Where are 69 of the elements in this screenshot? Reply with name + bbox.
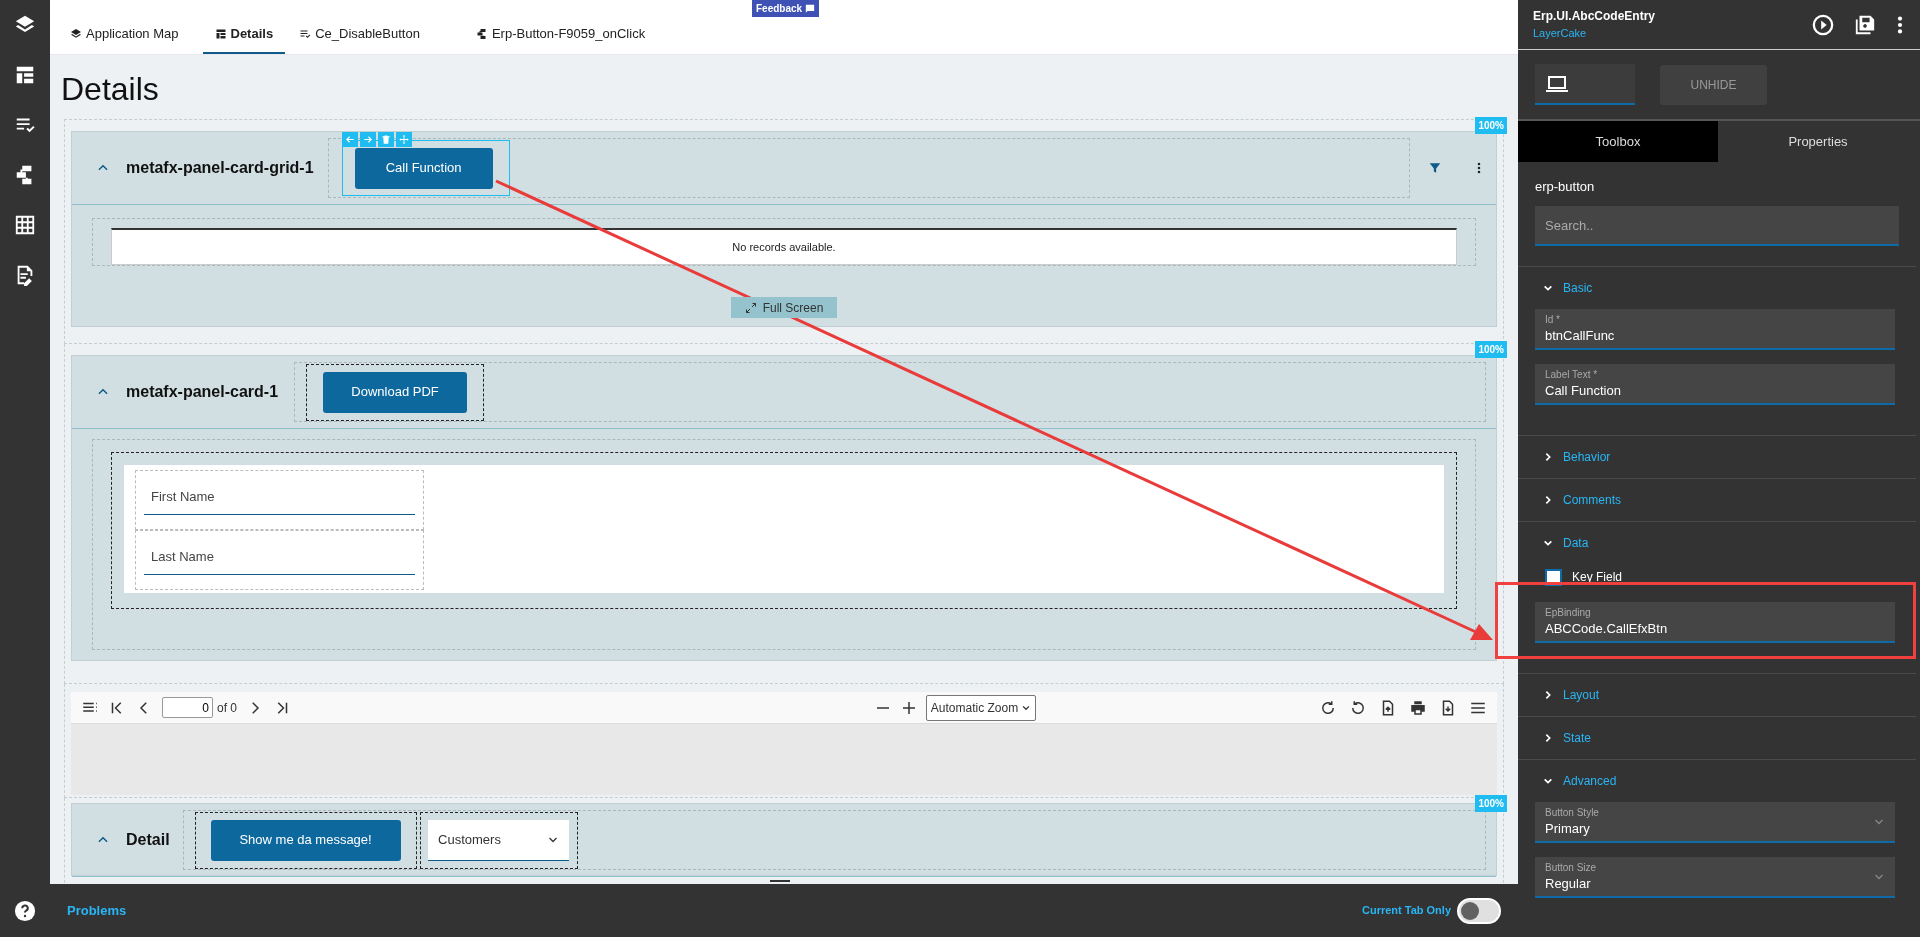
select-field[interactable]: Button Size Regular — [1535, 857, 1895, 898]
section-header[interactable]: Layout — [1518, 674, 1916, 716]
tab[interactable]: Details — [202, 16, 286, 54]
layers-icon — [70, 28, 82, 40]
section-header[interactable]: Data — [1518, 522, 1916, 564]
chevron-down-icon — [1543, 283, 1553, 293]
search-field[interactable]: Search.. — [1535, 206, 1899, 246]
width-badge: 100% — [1475, 117, 1507, 134]
app-subtitle[interactable]: LayerCake — [1533, 25, 1655, 42]
full-screen-button[interactable]: Full Screen — [730, 297, 838, 318]
device-select[interactable] — [1535, 64, 1635, 105]
rotate-clockwise-icon[interactable] — [1319, 698, 1337, 717]
dropdown[interactable]: Customers — [428, 819, 570, 861]
tab[interactable]: Erp-Button-F9059_onClick — [467, 16, 654, 54]
layout-icon[interactable] — [14, 64, 36, 86]
action-button[interactable]: Download PDF — [323, 371, 468, 413]
unhide-button[interactable]: UNHIDE — [1660, 64, 1767, 105]
checklist-icon — [299, 28, 312, 40]
card-title: metafx-panel-card-1 — [126, 382, 279, 402]
section-header[interactable]: Basic — [1518, 267, 1916, 309]
card-title: Detail — [126, 830, 170, 850]
problems-tab[interactable]: Problems — [67, 900, 127, 921]
chevron-right-icon — [1543, 452, 1553, 462]
page-title: Details — [60, 70, 160, 109]
rotate-counterclockwise-icon[interactable] — [1349, 698, 1367, 717]
action-button[interactable]: Call Function — [354, 147, 493, 189]
card-title: metafx-panel-card-grid-1 — [126, 158, 314, 178]
section-header[interactable]: Advanced — [1518, 760, 1916, 802]
property-field[interactable]: Label Text * Call Function — [1535, 364, 1895, 405]
width-badge: 100% — [1475, 795, 1507, 812]
component-name: erp-button — [1534, 178, 1596, 196]
field-cell[interactable]: Last Name — [135, 530, 424, 590]
zoom-select[interactable]: Automatic Zoom — [925, 694, 1037, 721]
table-icon[interactable] — [14, 214, 36, 236]
app-title: Erp.UI.AbcCodeEntry — [1533, 8, 1655, 26]
tree-icon — [475, 28, 488, 40]
action-button[interactable]: Show me da message! — [210, 819, 401, 861]
comment-icon — [805, 3, 816, 14]
help-icon[interactable] — [14, 900, 36, 922]
page-count: of 0 — [217, 699, 237, 717]
chevron-right-icon — [1543, 733, 1553, 743]
property-field[interactable]: Id * btnCallFunc — [1535, 309, 1895, 350]
panel-tab[interactable]: Properties — [1718, 121, 1918, 162]
chevron-down-icon — [1543, 776, 1553, 786]
width-badge: 100% — [1475, 341, 1507, 358]
page-number-field[interactable]: 0 — [162, 697, 213, 718]
tab[interactable]: Application Map — [62, 16, 187, 54]
panel-tab[interactable]: Toolbox — [1518, 121, 1718, 162]
play-icon[interactable] — [1812, 13, 1834, 36]
chevron-right-icon — [1543, 495, 1553, 505]
chevron-down-icon — [1543, 538, 1553, 548]
laptop-icon — [1545, 73, 1569, 94]
layout-icon — [214, 28, 227, 40]
save-icon[interactable] — [1854, 13, 1876, 36]
property-field[interactable]: EpBinding ABCCode.CallEfxBtn — [1535, 602, 1895, 643]
chevron-right-icon — [1543, 690, 1553, 700]
feedback-button[interactable]: Feedback — [752, 0, 820, 17]
section-header[interactable]: State — [1518, 717, 1916, 759]
filter-icon[interactable] — [1428, 161, 1442, 175]
select-field[interactable]: Button Style Primary — [1535, 802, 1895, 843]
section-header[interactable]: Behavior — [1518, 436, 1916, 478]
print-icon[interactable] — [1409, 698, 1427, 717]
tab[interactable]: Ce_DisableButton — [291, 16, 428, 54]
toggle-switch[interactable] — [1457, 897, 1501, 924]
section-header[interactable]: Comments — [1518, 479, 1916, 521]
field-cell[interactable]: First Name — [135, 470, 424, 530]
empty-message: No records available. — [732, 239, 836, 255]
expand-arrows-icon — [744, 301, 757, 314]
toggle-label: Current Tab Only — [1361, 903, 1451, 919]
